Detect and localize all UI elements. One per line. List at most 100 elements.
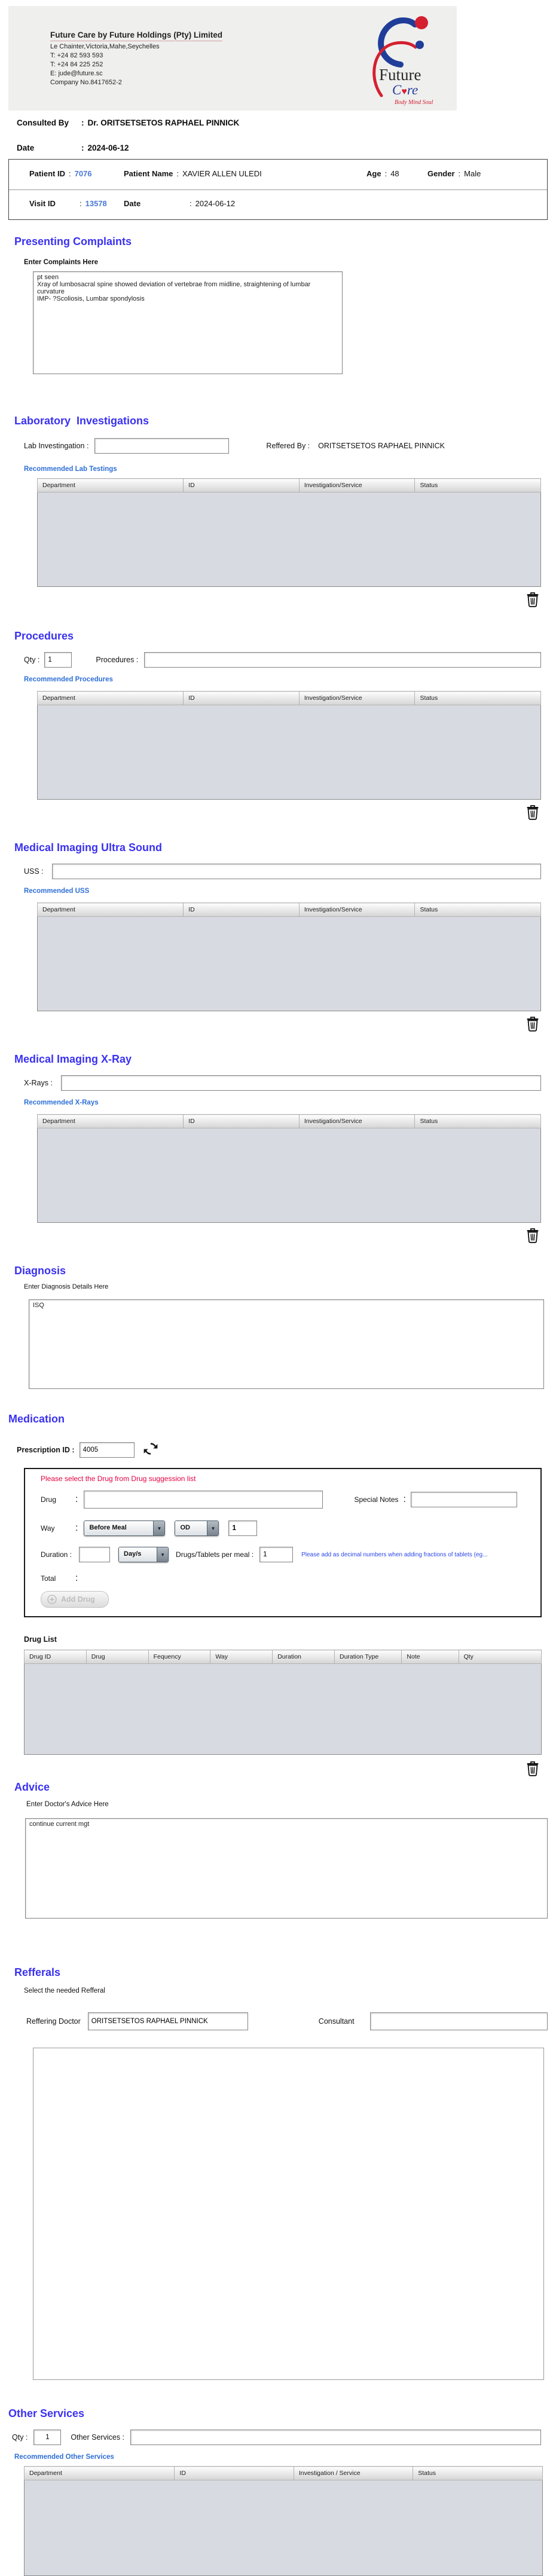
procedures-table-body bbox=[38, 705, 541, 800]
refferals-title: Refferals bbox=[14, 1966, 556, 1979]
other-col-id: ID bbox=[175, 2467, 294, 2480]
procedures-table-header: Department ID Investigation/Service Stat… bbox=[38, 692, 541, 705]
logo-graphic: Future C♥re Body Mind Soul bbox=[363, 7, 454, 109]
other-services-input[interactable] bbox=[130, 2430, 541, 2445]
lab-delete-trash-icon[interactable] bbox=[525, 592, 540, 610]
refferal-input-row: Reffering Doctor Consultant bbox=[26, 2012, 548, 2030]
other-services-input-row: Qty : Other Services : bbox=[12, 2430, 541, 2445]
visit-id-group: Visit ID:13578 bbox=[29, 199, 107, 208]
recommended-other-services-link[interactable]: Recommended Other Services bbox=[14, 2453, 114, 2461]
other-services-input-label: Other Services : bbox=[71, 2433, 124, 2442]
uss-input[interactable] bbox=[52, 864, 541, 879]
special-notes-input[interactable] bbox=[411, 1492, 517, 1507]
uss-col-service: Investigation/Service bbox=[299, 903, 415, 917]
procedures-input[interactable] bbox=[144, 652, 541, 668]
way-select[interactable]: Before Meal ▼ bbox=[84, 1520, 165, 1536]
uss-input-label: USS : bbox=[24, 867, 44, 876]
per-meal-input[interactable] bbox=[259, 1547, 293, 1562]
special-notes-label: Special Notes bbox=[354, 1495, 398, 1504]
way-qty-input[interactable] bbox=[228, 1520, 257, 1536]
procedures-qty-input[interactable] bbox=[44, 652, 72, 668]
xray-input-row: X-Rays : bbox=[24, 1075, 541, 1091]
consultant-label: Consultant bbox=[319, 2017, 355, 2026]
patient-id-group: Patient ID:7076 bbox=[29, 169, 92, 178]
procedures-delete-trash-icon[interactable] bbox=[525, 804, 540, 822]
reffering-doctor-input[interactable] bbox=[88, 2012, 248, 2030]
refresh-prescription-icon[interactable] bbox=[143, 1441, 158, 1458]
consult-date-value: 2024-06-12 bbox=[88, 143, 129, 152]
uss-table-header: Department ID Investigation/Service Stat… bbox=[38, 903, 541, 917]
lab-col-id: ID bbox=[184, 479, 300, 492]
lab-investigation-input[interactable] bbox=[94, 438, 229, 454]
complaints-textarea[interactable]: pt seen Xray of lumbosacral spine showed… bbox=[33, 271, 343, 374]
medication-title: Medication bbox=[8, 1413, 556, 1425]
drug-input[interactable] bbox=[84, 1491, 323, 1509]
duration-label: Duration : bbox=[41, 1550, 72, 1559]
xray-table-body bbox=[38, 1128, 541, 1223]
recommended-xrays-link[interactable]: Recommended X-Rays bbox=[24, 1099, 99, 1106]
uss-table-body bbox=[38, 917, 541, 1011]
complaints-label: Enter Complaints Here bbox=[24, 259, 556, 266]
refferals-listbox[interactable] bbox=[33, 2048, 544, 2380]
patient-gender-value: Male bbox=[464, 169, 481, 178]
drug-col-id: Drug ID bbox=[25, 1650, 87, 1664]
patient-age-group: Age:48 bbox=[366, 169, 399, 178]
xray-delete-trash-icon[interactable] bbox=[525, 1228, 540, 1246]
diagnosis-label: Enter Diagnosis Details Here bbox=[24, 1283, 556, 1290]
visit-id-value: 13578 bbox=[85, 199, 107, 208]
other-qty-label: Qty : bbox=[12, 2433, 28, 2442]
diagnosis-textarea[interactable]: ISQ bbox=[29, 1299, 544, 1389]
advice-textarea[interactable]: continue current mgt bbox=[25, 1818, 548, 1919]
reffering-doctor-label: Reffering Doctor bbox=[26, 2017, 81, 2026]
duration-input[interactable] bbox=[79, 1547, 110, 1562]
drug-list-delete-trash-icon[interactable] bbox=[525, 1761, 540, 1779]
uss-delete-trash-icon[interactable] bbox=[525, 1016, 540, 1034]
drug-list-header: Drug ID Drug Fequency Way Duration Durat… bbox=[25, 1650, 542, 1664]
frequency-select[interactable]: OD ▼ bbox=[175, 1520, 219, 1536]
drug-col-fequency: Fequency bbox=[148, 1650, 210, 1664]
advice-label: Enter Doctor's Advice Here bbox=[26, 1801, 556, 1808]
procedures-col-id: ID bbox=[184, 692, 300, 705]
fraction-note: Please add as decimal numbers when addin… bbox=[301, 1552, 526, 1558]
drug-label: Drug bbox=[41, 1495, 75, 1504]
clinic-header: Future Care by Future Holdings (Pty) Lim… bbox=[8, 6, 457, 111]
other-col-department: Department bbox=[25, 2467, 175, 2480]
way-selected-value: Before Meal bbox=[84, 1521, 153, 1535]
xray-table-header: Department ID Investigation/Service Stat… bbox=[38, 1115, 541, 1128]
consulted-by-line: Consulted By:Dr. ORITSETSETOS RAPHAEL PI… bbox=[17, 118, 239, 127]
recommended-uss-link[interactable]: Recommended USS bbox=[24, 888, 89, 895]
xray-col-id: ID bbox=[184, 1115, 300, 1128]
drug-col-way: Way bbox=[210, 1650, 273, 1664]
svg-text:C♥re: C♥re bbox=[392, 82, 418, 97]
consultant-input[interactable] bbox=[370, 2012, 548, 2030]
section-procedures: Procedures Qty : Procedures : Recommende… bbox=[0, 630, 556, 684]
lab-table-body bbox=[38, 492, 541, 587]
way-row: Way : Before Meal ▼ OD ▼ bbox=[41, 1520, 257, 1536]
other-table-body bbox=[25, 2480, 543, 2576]
add-drug-button[interactable]: Add Drug bbox=[41, 1591, 109, 1608]
drug-row: Drug : Special Notes : bbox=[41, 1491, 526, 1509]
recommended-lab-testings-link[interactable]: Recommended Lab Testings bbox=[24, 466, 117, 473]
duration-unit-select[interactable]: Day/s ▼ bbox=[118, 1547, 169, 1562]
recommended-procedures-link[interactable]: Recommended Procedures bbox=[24, 676, 113, 683]
logo-word-future: Future bbox=[379, 66, 421, 84]
procedures-table: Department ID Investigation/Service Stat… bbox=[37, 691, 541, 800]
drug-list-label: Drug List bbox=[24, 1635, 57, 1644]
frequency-dropdown-arrow-icon: ▼ bbox=[207, 1521, 218, 1535]
section-presenting-complaints: Presenting Complaints Enter Complaints H… bbox=[0, 235, 556, 266]
lab-col-service: Investigation/Service bbox=[299, 479, 415, 492]
lab-table: Department ID Investigation/Service Stat… bbox=[37, 478, 541, 587]
patient-info-box: Patient ID:7076 Patient Name:XAVIER ALLE… bbox=[8, 159, 548, 220]
drug-list-body bbox=[25, 1664, 542, 1755]
way-label: Way bbox=[41, 1524, 75, 1532]
company-name: Future Care by Future Holdings (Pty) Lim… bbox=[50, 30, 222, 41]
section-diagnosis: Diagnosis Enter Diagnosis Details Here I… bbox=[0, 1265, 556, 1290]
reffered-by-label: Reffered By : bbox=[266, 442, 310, 450]
xray-input[interactable] bbox=[61, 1075, 541, 1091]
company-phone-2: T: +24 84 225 252 bbox=[50, 61, 222, 68]
drug-col-note: Note bbox=[402, 1650, 459, 1664]
prescription-id-input[interactable] bbox=[80, 1442, 135, 1458]
other-qty-input[interactable] bbox=[33, 2430, 61, 2445]
procedures-input-label: Procedures : bbox=[96, 656, 138, 664]
laboratory-title: Laboratory Investigations bbox=[14, 415, 556, 427]
